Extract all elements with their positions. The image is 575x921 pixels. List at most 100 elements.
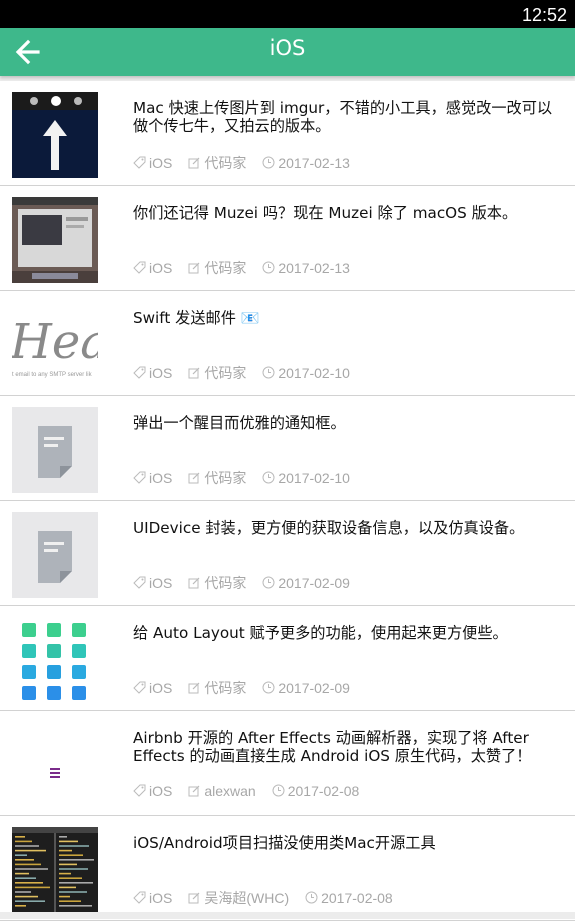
clock-icon [262,156,275,169]
article-tag[interactable]: iOS [133,470,172,486]
article-tag[interactable]: iOS [133,783,172,799]
list-item[interactable]: 你们还记得 Muzei 吗？现在 Muzei 除了 macOS 版本。 iOS 代码… [0,186,575,291]
clock-icon [262,366,275,379]
author-label: 代码家 [204,155,247,171]
list-item[interactable]: 给 Auto Layout 赋予更多的功能，使用起来更方便些。 iOS 代码家 201… [0,606,575,711]
article-tag[interactable]: iOS [133,575,172,591]
article-date: 2017-02-09 [262,575,350,591]
article-thumbnail [12,722,98,808]
edit-icon [188,472,200,484]
page-title: iOS [269,36,306,60]
tag-icon [133,681,146,694]
article-tag[interactable]: iOS [133,680,172,696]
tag-icon [133,891,146,904]
clock-icon [262,471,275,484]
author-label: alexwan [204,783,256,799]
date-label: 2017-02-08 [321,890,393,906]
status-time: 12:52 [521,5,567,25]
article-author[interactable]: alexwan [188,783,256,799]
article-thumbnail [12,92,98,178]
article-thumbnail: Hea t email to any SMTP server lik [12,302,98,388]
author-label: 代码家 [204,365,247,381]
author-label: 代码家 [204,470,247,486]
bottom-strip [0,912,575,919]
article-date: 2017-02-08 [272,783,360,799]
article-author[interactable]: 代码家 [188,678,246,698]
article-meta: iOS 代码家 2017-02-09 [133,678,366,696]
article-title: Swift 发送邮件 📧 [133,309,260,327]
edit-icon [188,367,200,379]
article-date: 2017-02-10 [262,365,350,381]
clock-icon [262,576,275,589]
article-title: UIDevice 封装，更方便的获取设备信息，以及仿真设备。 [133,519,525,537]
date-label: 2017-02-13 [278,155,350,171]
date-label: 2017-02-10 [278,365,350,381]
author-label: 吴海超(WHC) [204,890,290,906]
article-tag[interactable]: iOS [133,890,172,906]
tag-label: iOS [149,260,173,276]
list-item[interactable]: Hea t email to any SMTP server lik Swift 发… [0,291,575,396]
article-meta: iOS 代码家 2017-02-10 [133,363,366,381]
clock-icon [262,261,275,274]
clock-icon [305,891,318,904]
article-date: 2017-02-09 [262,680,350,696]
tag-icon [133,784,146,797]
thumb-text: Hea [12,314,98,370]
article-meta: iOS 吴海超(WHC) 2017-02-08 [133,888,409,906]
date-label: 2017-02-08 [287,783,360,799]
tag-icon [133,366,146,379]
article-author[interactable]: 代码家 [188,363,246,383]
article-meta: iOS 代码家 2017-02-13 [133,258,366,276]
tag-label: iOS [149,680,173,696]
article-date: 2017-02-08 [305,890,393,906]
author-label: 代码家 [204,680,247,696]
tag-label: iOS [149,470,173,486]
date-label: 2017-02-09 [278,575,350,591]
tag-label: iOS [149,575,173,591]
list-item[interactable]: Airbnb 开源的 After Effects 动画解析器，实现了将 Afte… [0,711,575,816]
author-label: 代码家 [204,575,247,591]
list-item[interactable]: 弹出一个醒目而优雅的通知框。 iOS 代码家 2017-02-10 [0,396,575,501]
tag-icon [133,261,146,274]
tag-label: iOS [149,155,173,171]
article-author[interactable]: 代码家 [188,573,246,593]
article-thumbnail [12,617,98,703]
article-tag[interactable]: iOS [133,365,172,381]
article-meta: iOS 代码家 2017-02-09 [133,573,366,591]
edit-icon [188,892,200,904]
article-meta: iOS 代码家 2017-02-13 [133,153,366,171]
article-thumbnail [12,197,98,283]
article-meta: iOS 代码家 2017-02-10 [133,468,366,486]
app-bar: iOS [0,28,575,76]
article-title: 弹出一个醒目而优雅的通知框。 [133,414,346,432]
article-author[interactable]: 代码家 [188,153,246,173]
edit-icon [188,157,200,169]
article-title: 你们还记得 Muzei 吗？现在 Muzei 除了 macOS 版本。 [133,204,518,222]
list-item[interactable]: Mac 快速上传图片到 imgur，不错的小工具，感觉改一改可以做个传七牛，又拍… [0,81,575,186]
tag-label: iOS [149,783,173,799]
article-date: 2017-02-10 [262,470,350,486]
article-thumbnail [12,512,98,598]
date-label: 2017-02-10 [278,470,350,486]
status-bar: 12:52 [0,0,575,28]
tag-label: iOS [149,365,173,381]
clock-icon [272,784,285,797]
tag-icon [133,471,146,484]
article-tag[interactable]: iOS [133,155,172,171]
tag-icon [133,576,146,589]
list-item[interactable]: iOS/Android项目扫描没使用类Mac开源工具 iOS 吴海超(WHC) 201… [0,816,575,921]
author-label: 代码家 [204,260,247,276]
list-item[interactable]: UIDevice 封装，更方便的获取设备信息，以及仿真设备。 iOS 代码家 2017… [0,501,575,606]
article-tag[interactable]: iOS [133,260,172,276]
edit-icon [188,785,200,797]
article-author[interactable]: 吴海超(WHC) [188,888,289,908]
edit-icon [188,262,200,274]
article-date: 2017-02-13 [262,155,350,171]
article-title: Airbnb 开源的 After Effects 动画解析器，实现了将 Afte… [133,729,532,765]
edit-icon [188,682,200,694]
article-author[interactable]: 代码家 [188,258,246,278]
article-thumbnail [12,407,98,493]
article-thumbnail [12,827,98,913]
article-author[interactable]: 代码家 [188,468,246,488]
clock-icon [262,681,275,694]
